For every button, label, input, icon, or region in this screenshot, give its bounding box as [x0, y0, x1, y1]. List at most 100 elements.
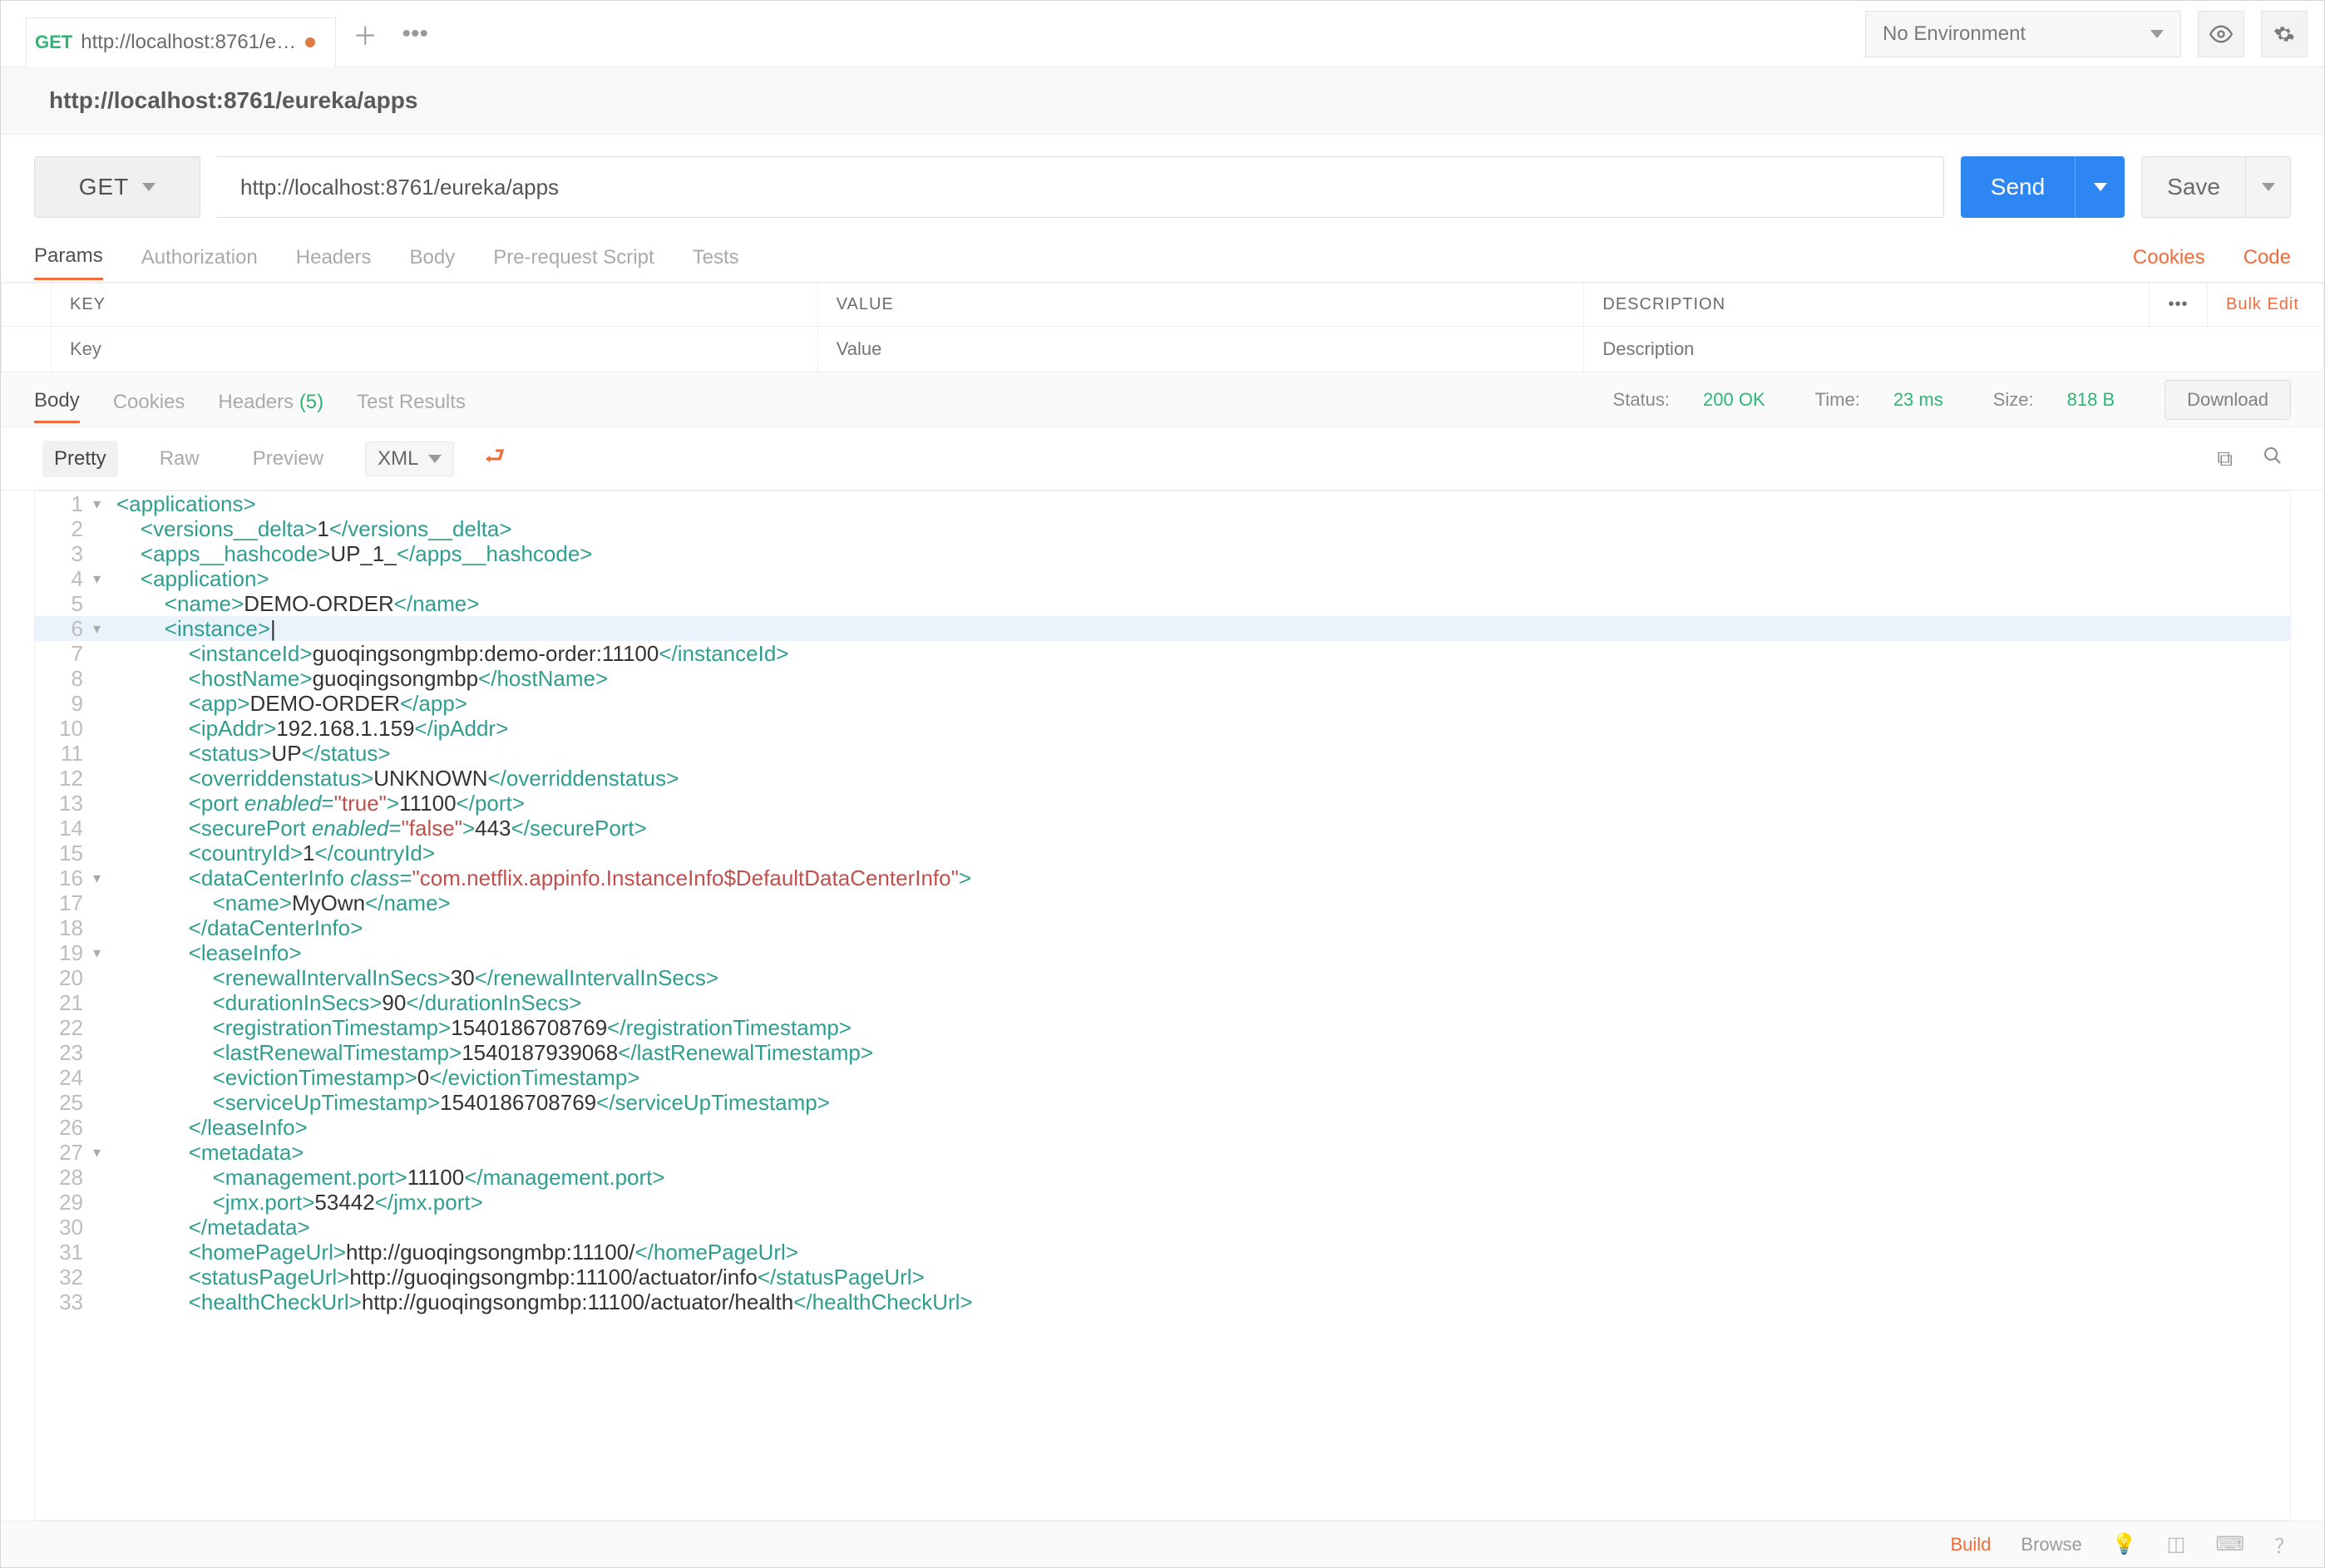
code-line: 19▾ <leaseInfo> — [35, 940, 2290, 965]
keyboard-icon[interactable]: ⌨ — [2215, 1532, 2244, 1556]
format-select[interactable]: XML — [365, 441, 454, 476]
http-method-label: GET — [79, 174, 130, 200]
chevron-down-icon — [428, 455, 442, 463]
request-tab[interactable]: GET http://localhost:8761/eureka/apps — [26, 17, 336, 67]
header-description: DESCRIPTION — [1584, 284, 2150, 327]
view-raw[interactable]: Raw — [148, 441, 211, 477]
footer-build[interactable]: Build — [1951, 1534, 1992, 1556]
bulb-icon[interactable]: 💡 — [2112, 1532, 2137, 1556]
bulk-edit-link[interactable]: Bulk Edit — [2226, 295, 2299, 313]
tab-prerequest[interactable]: Pre-request Script — [493, 246, 654, 279]
code-line: 32 <statusPageUrl>http://guoqingsongmbp:… — [35, 1265, 2290, 1289]
wrap-lines-button[interactable]: ⮐ — [484, 439, 505, 479]
header-key: KEY — [52, 284, 818, 327]
panes-icon[interactable]: ◫ — [2167, 1532, 2186, 1556]
code-line: 31 <homePageUrl>http://guoqingsongmbp:11… — [35, 1240, 2290, 1265]
code-line: 22 <registrationTimestamp>1540186708769<… — [35, 1015, 2290, 1040]
save-label: Save — [2142, 174, 2245, 200]
tab-headers[interactable]: Headers — [296, 246, 372, 279]
code-line: 26 </leaseInfo> — [35, 1115, 2290, 1140]
download-button[interactable]: Download — [2165, 380, 2291, 420]
search-button[interactable] — [2263, 446, 2283, 471]
chevron-down-icon — [142, 183, 155, 191]
tab-method-badge: GET — [35, 32, 72, 53]
code-line: 8 <hostName>guoqingsongmbp</hostName> — [35, 666, 2290, 691]
cookies-link[interactable]: Cookies — [2133, 246, 2205, 269]
code-line: 7 <instanceId>guoqingsongmbp:demo-order:… — [35, 641, 2290, 666]
code-line: 13 <port enabled="true">11100</port> — [35, 791, 2290, 816]
size-value: 818 B — [2067, 389, 2115, 411]
status-value: 200 OK — [1703, 389, 1765, 411]
tab-authorization[interactable]: Authorization — [141, 246, 258, 279]
save-button[interactable]: Save — [2141, 156, 2291, 218]
url-input[interactable]: http://localhost:8761/eureka/apps — [217, 156, 1944, 218]
tab-params[interactable]: Params — [34, 244, 103, 280]
send-label: Send — [1961, 174, 2075, 200]
tab-resp-headers[interactable]: Headers (5) — [218, 391, 323, 422]
status-label: Status: — [1613, 389, 1670, 411]
tab-overflow-button[interactable]: ••• — [394, 13, 436, 55]
header-more[interactable]: ••• — [2150, 284, 2208, 327]
code-line: 14 <securePort enabled="false">443</secu… — [35, 816, 2290, 841]
format-label: XML — [378, 447, 418, 471]
size-label: Size: — [1993, 389, 2034, 411]
code-line: 1▾<applications> — [35, 491, 2290, 516]
chevron-down-icon — [2094, 183, 2107, 191]
code-line: 28 <management.port>11100</management.po… — [35, 1165, 2290, 1190]
tab-title: http://localhost:8761/eureka/apps — [81, 31, 297, 54]
code-line: 24 <evictionTimestamp>0</evictionTimesta… — [35, 1065, 2290, 1090]
code-line: 3 <apps__hashcode>UP_1_</apps__hashcode> — [35, 541, 2290, 566]
chevron-down-icon — [2262, 183, 2275, 191]
copy-button[interactable]: ⧉ — [2217, 446, 2233, 472]
environment-label: No Environment — [1883, 22, 2026, 46]
code-line: 17 <name>MyOwn</name> — [35, 890, 2290, 915]
unsaved-dot-icon — [305, 37, 315, 47]
tab-body[interactable]: Body — [410, 246, 456, 279]
code-line: 16▾ <dataCenterInfo class="com.netflix.a… — [35, 865, 2290, 890]
http-method-select[interactable]: GET — [34, 156, 200, 218]
view-pretty[interactable]: Pretty — [42, 441, 118, 477]
gear-icon — [2273, 23, 2295, 45]
save-options-button[interactable] — [2245, 157, 2290, 217]
time-label: Time: — [1815, 389, 1860, 411]
environment-select[interactable]: No Environment — [1865, 11, 2181, 57]
send-options-button[interactable] — [2075, 156, 2125, 218]
code-line: 6▾ <instance>| — [35, 616, 2290, 641]
response-body[interactable]: 1▾<applications>2 <versions__delta>1</ve… — [34, 491, 2291, 1521]
tab-resp-test-results[interactable]: Test Results — [357, 391, 466, 422]
code-line: 20 <renewalIntervalInSecs>30</renewalInt… — [35, 965, 2290, 990]
quick-look-button[interactable] — [2198, 11, 2244, 57]
request-title: http://localhost:8761/eureka/apps — [49, 87, 2276, 114]
view-preview[interactable]: Preview — [241, 441, 335, 477]
response-tabs: Body Cookies Headers (5) Test Results St… — [1, 372, 2324, 427]
code-line: 18 </dataCenterInfo> — [35, 915, 2290, 940]
header-value: VALUE — [817, 284, 1584, 327]
new-tab-button[interactable]: ＋ — [344, 13, 386, 55]
code-line: 30 </metadata> — [35, 1215, 2290, 1240]
help-icon[interactable]: ？ — [2274, 1530, 2294, 1559]
tab-resp-cookies[interactable]: Cookies — [113, 391, 185, 422]
tab-resp-body[interactable]: Body — [34, 389, 80, 423]
param-key-input[interactable] — [70, 338, 799, 360]
code-line: 2 <versions__delta>1</versions__delta> — [35, 516, 2290, 541]
send-button[interactable]: Send — [1961, 156, 2125, 218]
settings-button[interactable] — [2261, 11, 2308, 57]
body-view-toolbar: Pretty Raw Preview XML ⮐ ⧉ — [1, 427, 2324, 491]
statusbar: Build Browse 💡 ◫ ⌨ ？ — [1, 1521, 2324, 1567]
url-value: http://localhost:8761/eureka/apps — [240, 175, 559, 200]
footer-browse[interactable]: Browse — [2021, 1534, 2081, 1556]
code-line: 11 <status>UP</status> — [35, 741, 2290, 766]
code-line: 33 <healthCheckUrl>http://guoqingsongmbp… — [35, 1289, 2290, 1314]
code-link[interactable]: Code — [2244, 246, 2291, 269]
request-section-tabs: Params Authorization Headers Body Pre-re… — [1, 233, 2324, 283]
eye-icon — [2209, 22, 2233, 46]
table-row — [2, 327, 2324, 372]
tab-tests[interactable]: Tests — [693, 246, 739, 279]
params-table: KEY VALUE DESCRIPTION ••• Bulk Edit — [1, 283, 2324, 372]
param-description-input[interactable] — [1602, 338, 2305, 360]
checkbox-col — [2, 284, 52, 327]
code-line: 21 <durationInSecs>90</durationInSecs> — [35, 990, 2290, 1015]
request-titlebar: http://localhost:8761/eureka/apps — [1, 67, 2324, 135]
tab-bar: GET http://localhost:8761/eureka/apps ＋ … — [1, 1, 2324, 67]
param-value-input[interactable] — [837, 338, 1566, 360]
